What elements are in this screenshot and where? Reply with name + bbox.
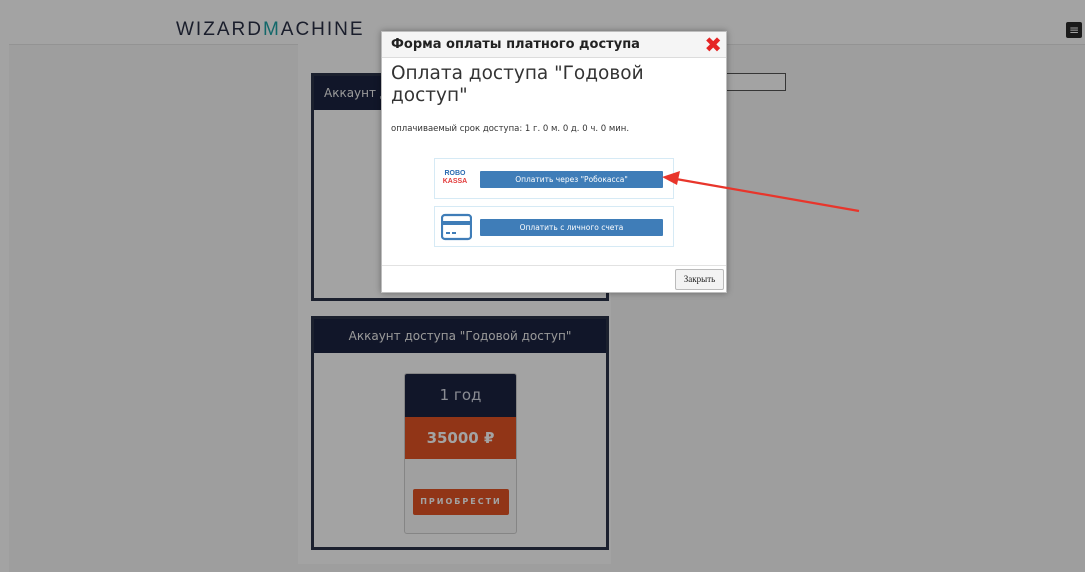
modal-title: Форма оплаты платного доступа <box>391 37 640 52</box>
modal-heading: Оплата доступа "Годовой доступ" <box>391 63 644 106</box>
close-button[interactable]: Закрыть <box>675 269 724 290</box>
robokassa-logo-line2: KASSA <box>442 178 468 185</box>
robokassa-option: ROBO KASSA Оплатить через "Робокасса" <box>434 158 674 199</box>
modal-title-bar: Форма оплаты платного доступа ✖ <box>382 32 726 58</box>
modal-footer: Закрыть <box>382 265 726 293</box>
pay-robokassa-button[interactable]: Оплатить через "Робокасса" <box>480 171 663 188</box>
close-icon[interactable]: ✖ <box>704 33 722 57</box>
access-term-text: оплачиваемый срок доступа: 1 г. 0 м. 0 д… <box>391 124 630 134</box>
pay-from-account-button[interactable]: Оплатить с личного счета <box>480 219 663 236</box>
robokassa-logo-icon: ROBO KASSA <box>442 170 468 188</box>
payment-modal: Форма оплаты платного доступа ✖ Оплата д… <box>381 31 727 293</box>
credit-card-icon <box>441 213 472 241</box>
robokassa-logo-line1: ROBO <box>444 170 466 177</box>
account-payment-option: Оплатить с личного счета <box>434 206 674 247</box>
